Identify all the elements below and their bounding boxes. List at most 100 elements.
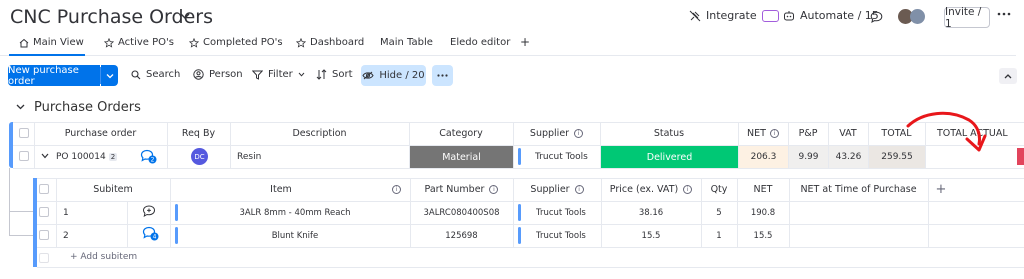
tab-main-table[interactable]: Main Table: [380, 37, 433, 48]
search-icon: [131, 69, 141, 80]
tab-active-pos[interactable]: Active PO's: [104, 37, 174, 48]
board-members-avatars[interactable]: [898, 9, 925, 24]
tab-dashboard[interactable]: Dashboard: [296, 37, 364, 48]
new-item-dropdown-button[interactable]: [101, 65, 118, 86]
item-value[interactable]: Blunt Knife: [180, 224, 410, 247]
price-value[interactable]: 38.16: [601, 201, 701, 224]
subitem-row-checkbox[interactable]: [39, 207, 49, 217]
plus-icon: +: [520, 35, 531, 49]
add-subitem-button[interactable]: + Add subitem: [70, 247, 137, 267]
header-item-cell[interactable]: Item i: [170, 178, 410, 201]
price-value[interactable]: 15.5: [601, 224, 701, 247]
subitem-name[interactable]: 1: [63, 201, 69, 224]
hide-columns-button[interactable]: Hide / 20: [361, 65, 426, 86]
header-sub-supplier: Supplier: [530, 184, 570, 195]
group-collapse-chevron-icon[interactable]: [16, 104, 25, 110]
header-sub-net[interactable]: NET: [737, 178, 789, 201]
integrate-label: Integrate: [706, 9, 757, 22]
header-part-number-cell[interactable]: Part Number i: [410, 178, 513, 201]
part-number-value[interactable]: 125698: [410, 224, 513, 247]
header-qty[interactable]: Qty: [701, 178, 737, 201]
tab-eledo-editor[interactable]: Eledo editor: [450, 37, 510, 48]
item-value[interactable]: 3ALR 8mm - 40mm Reach: [180, 201, 410, 224]
item-updates-button[interactable]: 4: [142, 226, 160, 241]
add-column-plus-icon[interactable]: +: [934, 178, 948, 201]
header-net-cell[interactable]: NET i: [738, 122, 788, 145]
header-status[interactable]: Status: [600, 122, 738, 145]
new-purchase-order-button[interactable]: New purchase order: [8, 65, 100, 87]
vat-value[interactable]: 43.26: [829, 146, 868, 168]
row-border: [37, 267, 1024, 268]
updates-chat-icon[interactable]: [870, 11, 883, 23]
net-value[interactable]: 206.3: [739, 146, 788, 168]
req-by-avatar[interactable]: DC: [191, 148, 208, 165]
header-req-by[interactable]: Req By: [167, 122, 230, 145]
tab-label: Eledo editor: [450, 37, 511, 48]
purchase-order-name-cell[interactable]: PO 100014 2: [56, 145, 118, 168]
expand-subitems-chevron-icon[interactable]: [41, 153, 49, 159]
person-icon: [193, 69, 204, 80]
filter-button[interactable]: Filter: [252, 69, 305, 80]
tab-main-view[interactable]: Main View: [19, 37, 84, 48]
info-icon[interactable]: i: [392, 185, 401, 194]
category-label[interactable]: Material: [410, 146, 513, 168]
description-value[interactable]: Resin: [237, 145, 261, 168]
avatar: [910, 9, 925, 24]
info-icon[interactable]: i: [574, 129, 584, 138]
header-sub-supplier-cell[interactable]: Supplier i: [513, 178, 601, 201]
tab-label: Completed PO's: [203, 37, 283, 48]
group-title[interactable]: Purchase Orders: [34, 100, 141, 115]
integrate-button[interactable]: Integrate: [689, 9, 779, 22]
integrate-apps-icon: [761, 9, 779, 22]
sub-net-value[interactable]: 15.5: [737, 224, 789, 247]
item-updates-button[interactable]: 2: [140, 149, 158, 164]
qty-value[interactable]: 5: [701, 201, 737, 224]
automate-button[interactable]: Automate / 15: [783, 9, 879, 22]
info-icon[interactable]: i: [769, 129, 779, 138]
row-checkbox[interactable]: [19, 151, 29, 161]
supplier-value[interactable]: Trucut Tools: [535, 145, 588, 168]
subitem-row-checkbox[interactable]: [39, 230, 49, 240]
header-net-at-purchase[interactable]: NET at Time of Purchase: [789, 178, 928, 201]
sub-supplier-value[interactable]: Trucut Tools: [536, 224, 586, 247]
collapse-header-button[interactable]: [999, 68, 1017, 84]
sort-icon: [316, 69, 327, 80]
header-description[interactable]: Description: [230, 122, 409, 145]
subitem-name[interactable]: 2: [63, 224, 69, 247]
header-purchase-order[interactable]: Purchase order: [34, 122, 167, 145]
subitems-color-stripe: [33, 178, 37, 267]
tab-completed-pos[interactable]: Completed PO's: [189, 37, 283, 48]
qty-value[interactable]: 1: [701, 224, 737, 247]
more-actions-button[interactable]: [432, 65, 453, 86]
row-border: [37, 247, 1024, 248]
title-chevron-down-icon[interactable]: [180, 12, 190, 20]
header-vat[interactable]: VAT: [828, 122, 868, 145]
header-pp[interactable]: P&P: [788, 122, 828, 145]
select-all-checkbox[interactable]: [19, 128, 29, 138]
sub-net-value[interactable]: 190.8: [737, 201, 789, 224]
header-supplier-cell[interactable]: Supplier i: [513, 122, 600, 145]
chat-bubble-icon: 4: [142, 226, 160, 241]
sub-supplier-value[interactable]: Trucut Tools: [536, 201, 586, 224]
tree-connector-line: [9, 211, 33, 212]
select-all-subitems-checkbox[interactable]: [39, 184, 49, 194]
star-icon: [296, 37, 306, 48]
add-update-chat-icon[interactable]: [142, 205, 156, 218]
header-category[interactable]: Category: [409, 122, 513, 145]
more-menu-icon[interactable]: [997, 12, 1011, 16]
search-button[interactable]: Search: [131, 69, 180, 80]
info-icon[interactable]: i: [489, 185, 499, 194]
person-filter-button[interactable]: Person: [193, 69, 243, 80]
info-icon[interactable]: i: [683, 185, 693, 194]
add-view-button[interactable]: +: [520, 35, 530, 49]
pp-value[interactable]: 9.99: [789, 146, 828, 168]
invite-button[interactable]: Invite / 1: [944, 6, 990, 30]
tabs-divider: [0, 55, 1016, 56]
status-label[interactable]: Delivered: [601, 146, 738, 168]
header-subitem[interactable]: Subitem: [56, 178, 170, 201]
subitem-count-badge[interactable]: 2: [108, 152, 118, 161]
sort-button[interactable]: Sort: [316, 69, 353, 80]
info-icon[interactable]: i: [574, 185, 584, 194]
header-price-cell[interactable]: Price (ex. VAT) i: [601, 178, 701, 201]
part-number-value[interactable]: 3ALRC080400S08: [410, 201, 513, 224]
